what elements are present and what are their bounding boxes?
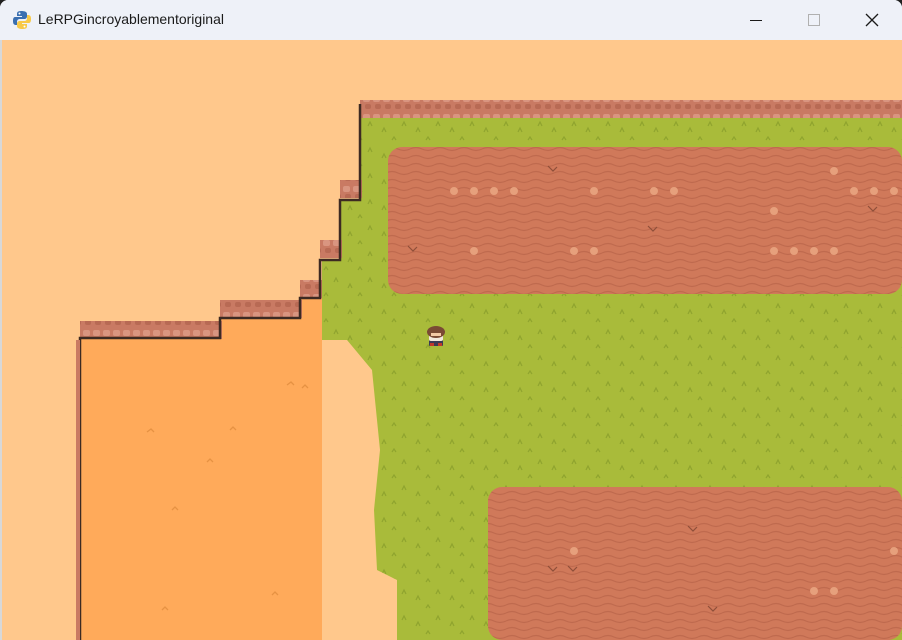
close-button[interactable] xyxy=(843,0,901,40)
lower-sand-area xyxy=(80,298,322,640)
title-bar[interactable]: LeRPGincroyablementoriginal xyxy=(0,0,902,40)
dirt-field-top xyxy=(388,147,902,294)
window-title: LeRPGincroyablementoriginal xyxy=(38,11,224,27)
close-icon xyxy=(865,13,879,27)
dirt-field-bottom xyxy=(488,487,902,640)
game-window: LeRPGincroyablementoriginal xyxy=(0,0,902,640)
player-sprite[interactable] xyxy=(427,326,445,346)
maximize-icon xyxy=(808,14,820,26)
minimize-icon xyxy=(750,20,762,21)
maximize-button[interactable] xyxy=(785,0,843,40)
game-canvas[interactable] xyxy=(2,40,902,640)
python-icon xyxy=(13,11,31,29)
minimize-button[interactable] xyxy=(727,0,785,40)
